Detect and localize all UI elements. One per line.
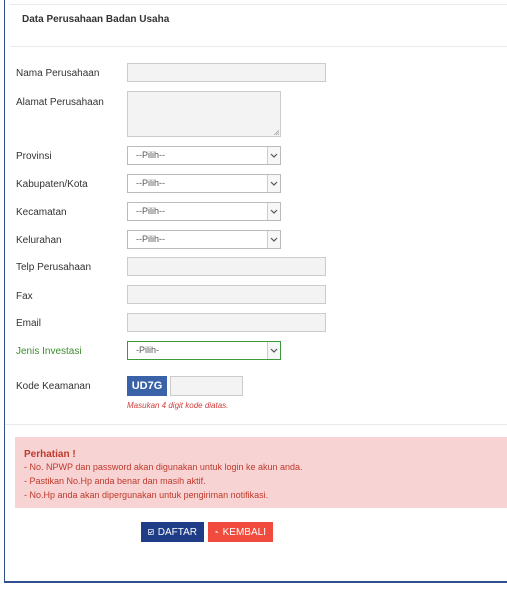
top-divider bbox=[10, 4, 507, 5]
kabupaten-select-value: --Pilih-- bbox=[136, 178, 165, 188]
alert-line: - No. NPWP dan password akan digunakan u… bbox=[24, 462, 303, 472]
jenis-investasi-label: Jenis Investasi bbox=[16, 346, 82, 357]
captcha-hint: Masukan 4 digit kode diatas. bbox=[127, 401, 229, 410]
alert-box: Perhatian ! - No. NPWP dan password akan… bbox=[15, 437, 507, 508]
daftar-button[interactable]: DAFTAR bbox=[141, 522, 204, 542]
chevron-down-icon[interactable] bbox=[267, 231, 280, 248]
alert-line: - No.Hp anda akan dipergunakan untuk pen… bbox=[24, 490, 269, 500]
kembali-button[interactable]: KEMBALI bbox=[208, 522, 273, 542]
panel-title: Data Perusahaan Badan Usaha bbox=[22, 14, 170, 25]
chevron-down-icon[interactable] bbox=[267, 342, 280, 359]
provinsi-select-value: --Pilih-- bbox=[136, 150, 165, 160]
kelurahan-select-value: --Pilih-- bbox=[136, 234, 165, 244]
chevron-down-icon[interactable] bbox=[267, 147, 280, 164]
alamat-perusahaan-label: Alamat Perusahaan bbox=[16, 97, 104, 108]
kode-keamanan-label: Kode Keamanan bbox=[16, 381, 91, 392]
alert-title: Perhatian ! bbox=[24, 449, 76, 460]
daftar-button-label: DAFTAR bbox=[157, 526, 197, 538]
kecamatan-select[interactable]: --Pilih-- bbox=[127, 202, 281, 221]
fax-label: Fax bbox=[16, 291, 33, 302]
section-divider bbox=[5, 424, 507, 425]
kecamatan-select-value: --Pilih-- bbox=[136, 206, 165, 216]
kembali-button-label: KEMBALI bbox=[222, 526, 266, 538]
nama-perusahaan-label: Nama Perusahaan bbox=[16, 68, 100, 79]
telp-perusahaan-label: Telp Perusahaan bbox=[16, 262, 92, 273]
alamat-perusahaan-textarea[interactable] bbox=[127, 91, 281, 137]
jenis-investasi-select-value: -Pilih- bbox=[136, 345, 160, 355]
email-input[interactable] bbox=[127, 313, 326, 332]
kecamatan-label: Kecamatan bbox=[16, 207, 67, 218]
email-label: Email bbox=[16, 318, 42, 329]
provinsi-label: Provinsi bbox=[16, 151, 52, 162]
provinsi-select[interactable]: --Pilih-- bbox=[127, 146, 281, 165]
kabupaten-label: Kabupaten/Kota bbox=[16, 179, 88, 190]
kelurahan-select[interactable]: --Pilih-- bbox=[127, 230, 281, 249]
captcha-input[interactable] bbox=[170, 376, 243, 396]
jenis-investasi-select[interactable]: -Pilih- bbox=[127, 341, 281, 360]
chevron-down-icon[interactable] bbox=[267, 175, 280, 192]
kabupaten-select[interactable]: --Pilih-- bbox=[127, 174, 281, 193]
header-divider bbox=[10, 46, 507, 47]
nama-perusahaan-input[interactable] bbox=[127, 63, 326, 82]
telp-perusahaan-input[interactable] bbox=[127, 257, 326, 276]
reply-icon bbox=[215, 530, 219, 534]
check-square-icon bbox=[148, 529, 154, 535]
captcha-code: UD7G bbox=[127, 376, 167, 396]
alert-line: - Pastikan No.Hp anda benar dan masih ak… bbox=[24, 476, 206, 486]
chevron-down-icon[interactable] bbox=[267, 203, 280, 220]
fax-input[interactable] bbox=[127, 285, 326, 304]
resize-grip-icon[interactable] bbox=[273, 129, 279, 135]
kelurahan-label: Kelurahan bbox=[16, 235, 62, 246]
